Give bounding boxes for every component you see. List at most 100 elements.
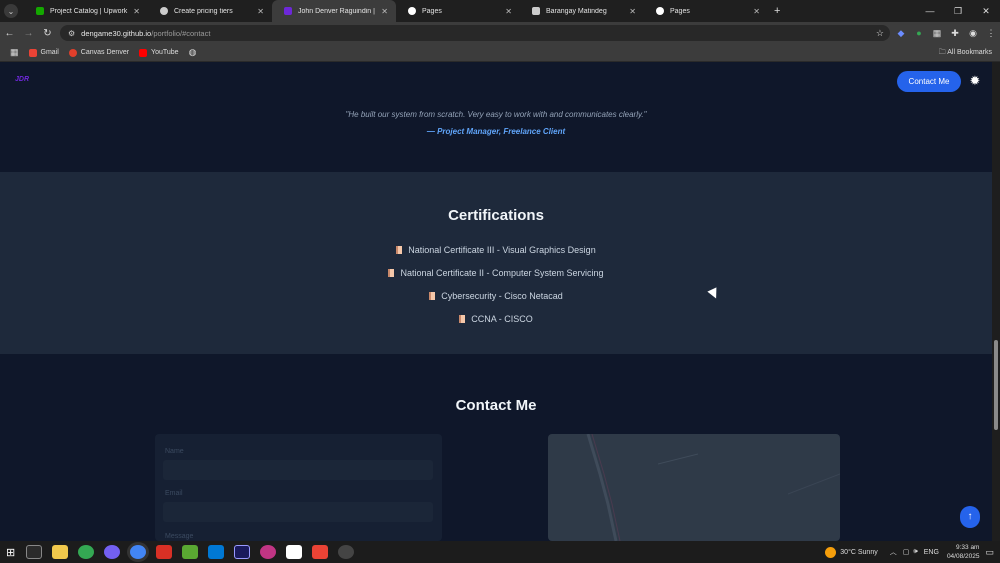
language-indicator[interactable]: ENG <box>924 549 939 556</box>
clock-time: 9:33 am <box>955 544 980 551</box>
site-info-icon[interactable]: ⚙ <box>68 29 75 38</box>
forward-icon[interactable]: → <box>19 28 38 39</box>
close-tab-icon[interactable]: ✕ <box>629 7 636 16</box>
contact-form: Name Email Message <box>155 434 442 541</box>
email-label: Email <box>165 490 183 497</box>
cert-list: National Certificate III - Visual Graphi… <box>0 238 992 330</box>
testimonial-author: — Project Manager, Freelance Client <box>426 127 566 136</box>
browser-tab[interactable]: Create pricing tiers ✕ <box>148 0 272 22</box>
windows-start-icon[interactable]: ⊞ <box>6 546 15 559</box>
weather-text: 30°C Sunny <box>840 548 878 556</box>
weather-widget[interactable]: 30°C Sunny <box>825 546 878 558</box>
record-icon[interactable] <box>156 545 173 559</box>
email-field[interactable] <box>163 502 433 522</box>
close-window-icon[interactable]: ✕ <box>972 0 1000 22</box>
close-tab-icon[interactable]: ✕ <box>381 7 388 16</box>
browser-tab-bar: ⌄ Project Catalog | Upwork ✕ Create pric… <box>0 0 1000 22</box>
file-explorer-icon[interactable] <box>52 545 69 559</box>
browser-tab[interactable]: Pages ✕ <box>396 0 520 22</box>
podcast-icon[interactable] <box>260 545 277 559</box>
address-bar-row: ← → ↻ ⚙ dengame30.github.io /portfolio/#… <box>0 22 1000 44</box>
after-effects-icon[interactable] <box>234 545 251 559</box>
openai-favicon-icon <box>160 7 168 15</box>
upwork-favicon-icon <box>36 7 44 15</box>
editor-icon[interactable] <box>286 545 303 559</box>
sun-icon <box>825 546 837 558</box>
bookmark-youtube[interactable]: YouTube <box>139 48 179 57</box>
new-tab-icon[interactable]: + <box>774 5 780 17</box>
bookmark-gmail[interactable]: Gmail <box>28 48 59 57</box>
extension-leaf-icon[interactable]: ● <box>910 28 928 38</box>
close-tab-icon[interactable]: ✕ <box>257 7 264 16</box>
gmail-icon <box>28 48 37 57</box>
cert-label: National Certificate III - Visual Graphi… <box>408 244 596 255</box>
globe-icon[interactable]: ◍ <box>189 47 197 58</box>
window-controls: — ❐ ✕ <box>916 0 1000 22</box>
bookmark-label: YouTube <box>151 49 179 56</box>
page-scrollbar[interactable] <box>992 62 1000 541</box>
close-tab-icon[interactable]: ✕ <box>505 7 512 16</box>
close-tab-icon[interactable]: ✕ <box>753 7 760 16</box>
minimize-icon[interactable]: — <box>916 0 944 22</box>
chrome-active-icon[interactable] <box>130 545 147 559</box>
folder-icon: 🗀 <box>938 49 946 56</box>
list-item: CCNA - CISCO <box>0 307 992 330</box>
notification-icon[interactable]: ▭ <box>985 547 994 558</box>
location-map[interactable] <box>548 434 840 541</box>
reload-icon[interactable]: ↻ <box>38 28 57 39</box>
browser-tab[interactable]: Barangay Matindeg ✕ <box>520 0 644 22</box>
profile-avatar-icon[interactable]: ◉ <box>964 28 982 39</box>
extension-shield-icon[interactable]: ◆ <box>892 28 910 39</box>
task-view-icon[interactable] <box>26 545 43 559</box>
all-bookmarks-label: All Bookmarks <box>947 49 992 56</box>
minecraft-icon[interactable] <box>182 545 199 559</box>
browser-menu-icon[interactable]: ⋮ <box>982 28 1000 39</box>
tab-search-icon[interactable]: ⌄ <box>4 4 18 18</box>
github-favicon-icon <box>656 7 664 15</box>
testimonial-section: "He built our system from scratch. Very … <box>0 62 992 172</box>
all-bookmarks[interactable]: 🗀 All Bookmarks <box>939 48 992 59</box>
cursor-app-icon[interactable] <box>312 545 329 559</box>
bookmarks-bar: ▦ Gmail Canvas Denver YouTube ◍ 🗀 All Bo… <box>0 44 1000 62</box>
testimonial-quote: "He built our system from scratch. Very … <box>345 110 647 119</box>
browser-tab[interactable]: Pages ✕ <box>644 0 768 22</box>
vscode-icon[interactable] <box>208 545 225 559</box>
message-label: Message <box>165 533 194 540</box>
name-label: Name <box>165 448 184 455</box>
section-title: Certifications <box>448 207 544 224</box>
contact-me-button[interactable]: Contact Me <box>897 71 961 92</box>
restore-icon[interactable]: ❐ <box>944 0 972 22</box>
extensions-puzzle-icon[interactable]: ✚ <box>946 28 964 39</box>
list-item: Cybersecurity - Cisco Netacad <box>0 284 992 307</box>
clock[interactable]: 9:33 am 04/08/2025 <box>947 543 980 561</box>
back-to-top-button[interactable]: ↑ <box>960 506 980 528</box>
certifications-section: Certifications National Certificate III … <box>0 172 992 354</box>
apps-grid-icon[interactable]: ▦ <box>10 47 19 58</box>
scroll-icon <box>459 314 466 323</box>
extension-grid-icon[interactable]: ▦ <box>928 28 946 39</box>
url-input[interactable]: ⚙ dengame30.github.io /portfolio/#contac… <box>60 25 890 41</box>
viber-icon[interactable] <box>104 545 121 559</box>
contact-section: Contact Me Name Email Message <box>0 354 992 541</box>
clock-date: 04/08/2025 <box>946 553 980 560</box>
list-item: National Certificate II - Computer Syste… <box>0 261 992 284</box>
chrome-icon[interactable] <box>78 545 95 559</box>
cert-label: National Certificate II - Computer Syste… <box>400 267 604 278</box>
theme-toggle-gear-icon[interactable]: ✹ <box>967 73 983 89</box>
section-title: Contact Me <box>455 397 537 414</box>
browser-tab-active[interactable]: John Denver Raguindin | Portfo ✕ <box>272 0 396 22</box>
tab-title: Pages <box>422 7 442 15</box>
network-icon[interactable]: ▢ <box>903 548 910 556</box>
davinci-icon[interactable] <box>338 545 355 559</box>
bookmark-canvas[interactable]: Canvas Denver <box>68 48 129 57</box>
back-icon[interactable]: ← <box>0 28 19 39</box>
extensions-area: ◆ ● ▦ ✚ ◉ ⋮ <box>892 22 1000 44</box>
name-field[interactable] <box>163 460 433 480</box>
volume-icon[interactable]: 🕪 <box>913 548 917 556</box>
scrollbar-thumb[interactable] <box>994 340 998 430</box>
site-logo[interactable]: JDR <box>15 76 29 83</box>
bookmark-star-icon[interactable]: ☆ <box>876 28 884 39</box>
tray-chevron-icon[interactable]: ︿ <box>890 547 897 557</box>
close-tab-icon[interactable]: ✕ <box>133 7 140 16</box>
browser-tab[interactable]: Project Catalog | Upwork ✕ <box>24 0 148 22</box>
